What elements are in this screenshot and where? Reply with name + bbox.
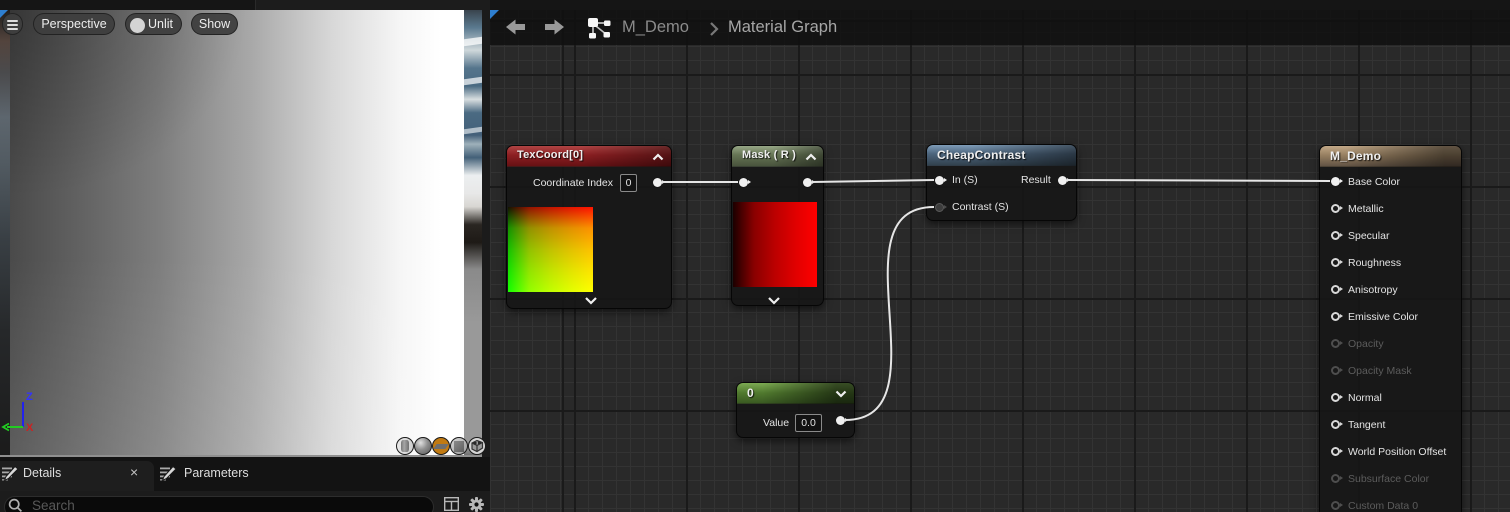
svg-text:X: X	[26, 422, 34, 434]
svg-text:Z: Z	[26, 391, 33, 403]
